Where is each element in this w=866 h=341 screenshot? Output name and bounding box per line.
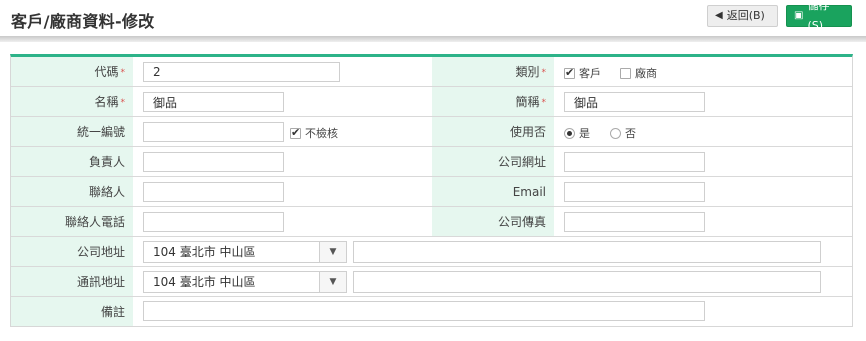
category-customer-checkbox[interactable]: 客戶 (564, 65, 601, 81)
contact-input[interactable] (143, 182, 284, 202)
save-button[interactable]: ▣ 儲存(S) (786, 0, 852, 32)
customer-vendor-form: 代碼* 類別* 客戶 廠商 名稱* 簡稱* 統一編號 (10, 54, 853, 327)
radio-unselected-icon (610, 127, 621, 139)
chevron-down-icon: ▼ (319, 242, 346, 262)
mailing-address-label: 通訊地址 (11, 267, 133, 296)
tax-id-label: 統一編號 (11, 117, 133, 146)
company-address-label: 公司地址 (11, 237, 133, 266)
required-mark: * (541, 68, 547, 78)
arrow-left-icon: ◀ (715, 10, 723, 21)
owner-input[interactable] (143, 152, 284, 172)
in-use-label: 使用否 (432, 117, 554, 146)
form-row: 統一編號 不檢核 使用否 是 否 (11, 117, 852, 147)
notes-label: 備註 (11, 297, 133, 326)
contact-phone-input[interactable] (143, 212, 284, 232)
form-row: 公司地址 104 臺北市 中山區 ▼ (11, 237, 852, 267)
fax-label: 公司傳真 (432, 207, 554, 236)
email-label: Email (432, 177, 554, 206)
website-label: 公司網址 (432, 147, 554, 176)
company-address-district-select[interactable]: 104 臺北市 中山區 ▼ (143, 241, 347, 263)
name-label: 名稱 * (11, 87, 133, 116)
email-input[interactable] (564, 182, 705, 202)
mailing-address-district-select[interactable]: 104 臺北市 中山區 ▼ (143, 271, 347, 293)
code-label: 代碼 * (11, 57, 133, 86)
form-row: 名稱* 簡稱* (11, 87, 852, 117)
no-check-checkbox[interactable]: 不檢核 (290, 125, 338, 141)
form-row: 通訊地址 104 臺北市 中山區 ▼ (11, 267, 852, 297)
contact-label: 聯絡人 (11, 177, 133, 206)
form-row: 代碼* 類別* 客戶 廠商 (11, 57, 852, 87)
floppy-disk-icon: ▣ (794, 10, 804, 21)
chevron-down-icon: ▼ (319, 272, 346, 292)
category-label: 類別 * (432, 57, 554, 86)
mailing-address-street-input[interactable] (353, 271, 821, 293)
code-input[interactable] (143, 62, 340, 82)
checkbox-checked-icon (290, 126, 301, 139)
page-title: 客戶/廠商資料-修改 (11, 12, 155, 31)
in-use-no-radio[interactable]: 否 (610, 125, 636, 141)
radio-selected-icon (564, 127, 575, 139)
form-row: 聯絡人 Email (11, 177, 852, 207)
required-mark: * (120, 68, 126, 78)
checkbox-unchecked-icon (620, 67, 631, 79)
notes-input[interactable] (143, 301, 705, 321)
save-button-label: 儲存(S) (807, 0, 830, 32)
short-name-label: 簡稱 * (432, 87, 554, 116)
back-button-label: 返回(B) (726, 9, 765, 22)
name-input[interactable] (143, 92, 284, 112)
header-shadow (0, 36, 866, 42)
contact-phone-label: 聯絡人電話 (11, 207, 133, 236)
page-header: 客戶/廠商資料-修改 ◀ 返回(B) ▣ 儲存(S) (0, 0, 866, 36)
in-use-yes-radio[interactable]: 是 (564, 125, 590, 141)
website-input[interactable] (564, 152, 705, 172)
form-row: 負責人 公司網址 (11, 147, 852, 177)
short-name-input[interactable] (564, 92, 705, 112)
required-mark: * (120, 98, 126, 108)
form-row: 備註 (11, 297, 852, 326)
required-mark: * (541, 98, 547, 108)
category-vendor-checkbox[interactable]: 廠商 (620, 65, 657, 81)
form-row: 聯絡人電話 公司傳真 (11, 207, 852, 237)
tax-id-input[interactable] (143, 122, 284, 142)
checkbox-checked-icon (564, 66, 575, 79)
owner-label: 負責人 (11, 147, 133, 176)
fax-input[interactable] (564, 212, 705, 232)
back-button[interactable]: ◀ 返回(B) (707, 5, 778, 27)
company-address-street-input[interactable] (353, 241, 821, 263)
